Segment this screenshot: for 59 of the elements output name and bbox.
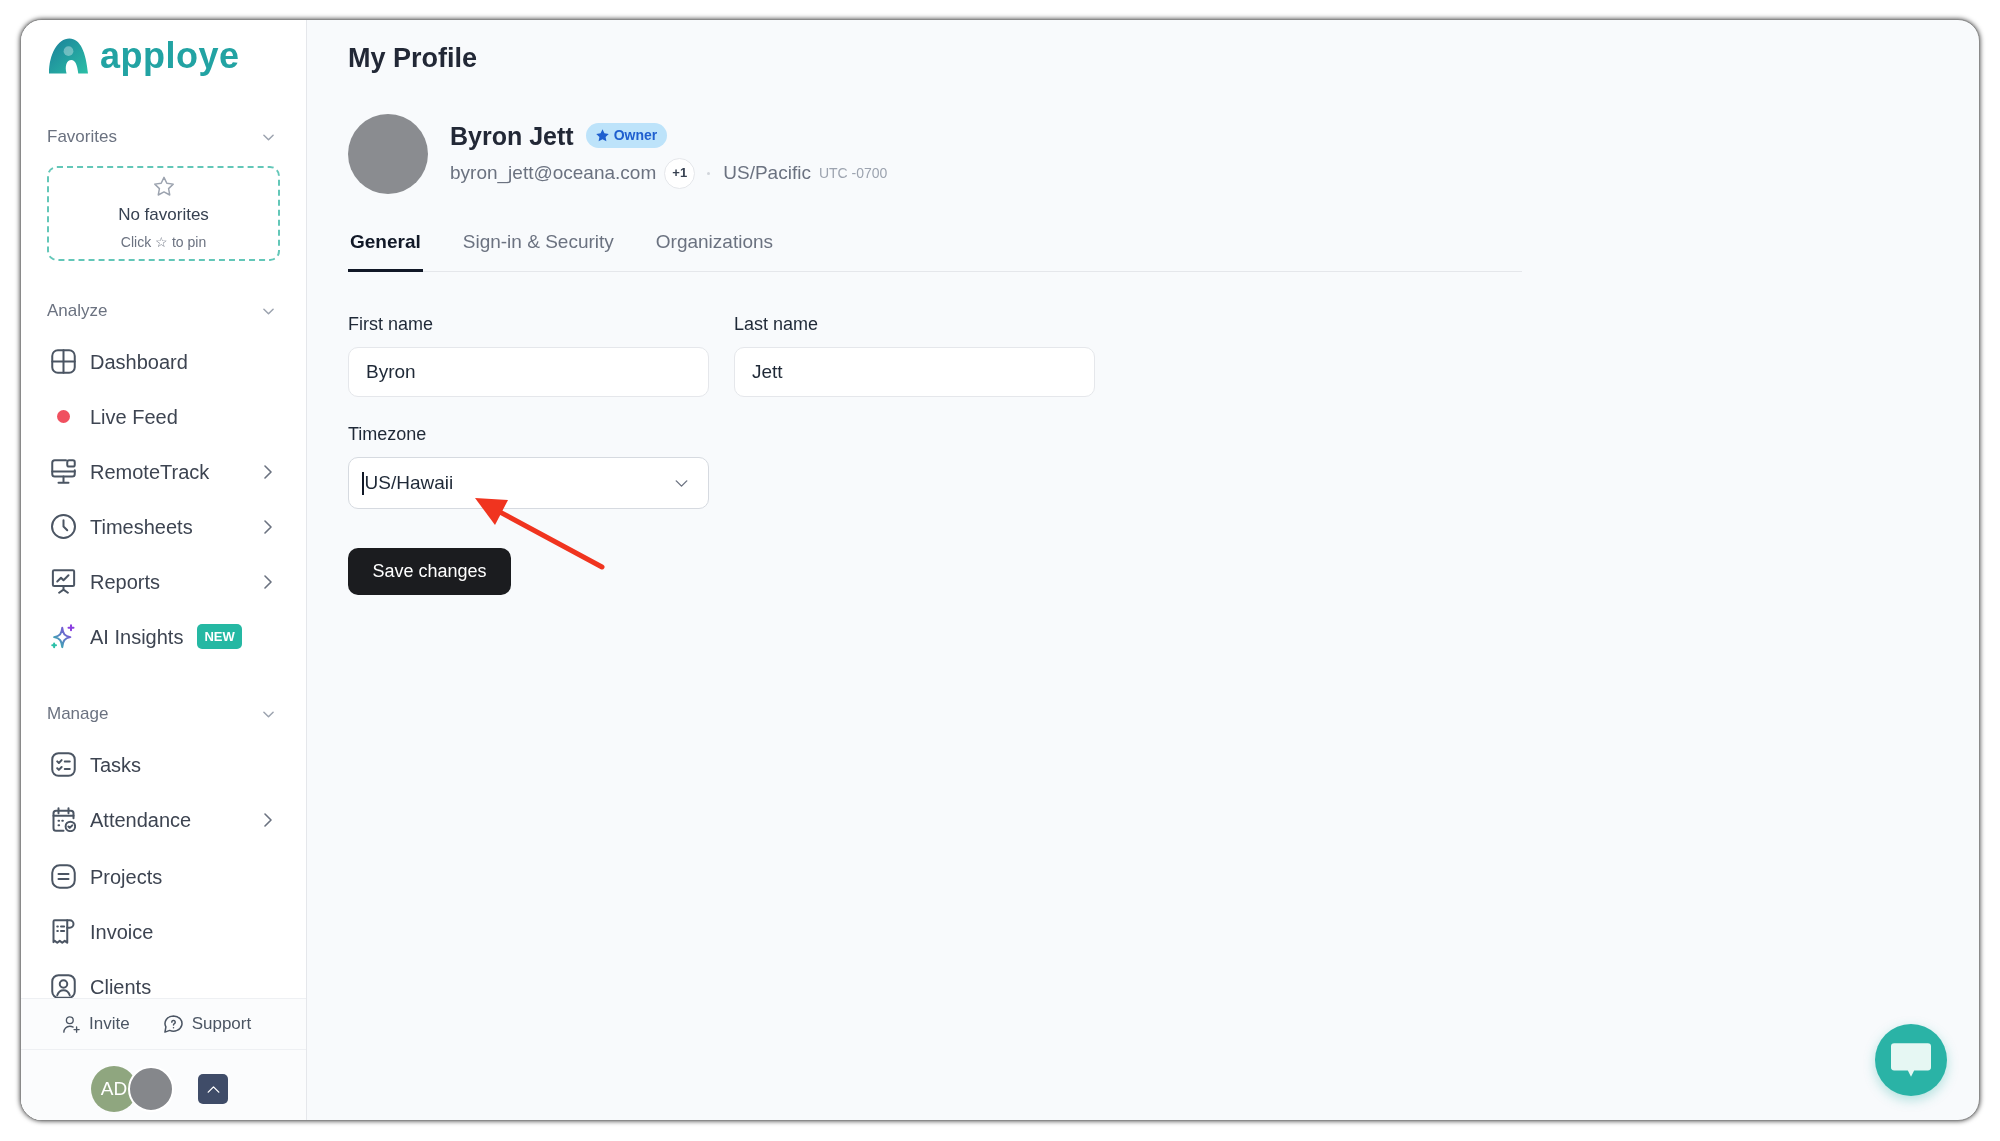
calendar-check-icon: [51, 807, 76, 832]
text-input[interactable]: Jett: [734, 347, 1095, 397]
grid-icon: [51, 349, 76, 374]
extra-emails-count[interactable]: +1: [664, 157, 696, 189]
person-plus-icon: [63, 1015, 80, 1033]
chevron-down-icon: [675, 479, 688, 487]
email-address: byron_jett@oceana.com: [450, 160, 657, 186]
footer-link[interactable]: Support: [163, 1011, 252, 1037]
dropdown-select[interactable]: US/Hawaii: [348, 457, 709, 509]
sidebar-item[interactable]: Timesheets: [47, 499, 280, 554]
logo-mark-icon: [49, 38, 88, 74]
section-header[interactable]: Manage: [47, 702, 280, 726]
sidebar-item[interactable]: Live Feed: [47, 389, 280, 444]
presentation-chart-icon: [51, 569, 76, 594]
utc-offset: UTC -0700: [818, 163, 888, 183]
sidebar-item[interactable]: Attendance: [47, 792, 280, 847]
monitor-icon: [51, 459, 76, 484]
sidebar-item[interactable]: Reports: [47, 554, 280, 609]
logo-text: apploye: [100, 38, 240, 74]
sidebar-item[interactable]: Invoice: [47, 904, 280, 959]
sparkle-icon: [51, 624, 76, 649]
field-label: First name: [348, 313, 435, 335]
chat-button[interactable]: [1875, 1024, 1947, 1096]
expand-button[interactable]: [198, 1074, 228, 1104]
sidebar-item[interactable]: Clients: [47, 959, 280, 998]
sidebar-item[interactable]: Projects: [47, 849, 280, 904]
sidebar-item[interactable]: RemoteTrack: [47, 444, 280, 499]
section-header[interactable]: Analyze: [47, 299, 280, 323]
live-dot-icon: [57, 410, 70, 423]
tab[interactable]: Sign-in & Security: [460, 222, 616, 272]
star-icon: [595, 129, 609, 142]
empty-state-hint: Click ☆ to pin: [120, 233, 207, 251]
sidebar-item[interactable]: AI Insights NEW: [47, 609, 280, 664]
checklist-icon: [51, 752, 76, 777]
save-button[interactable]: Save changes: [348, 548, 511, 595]
footer-link[interactable]: Invite: [63, 1011, 130, 1037]
timezone-text: US/Pacific: [723, 160, 811, 185]
section-header[interactable]: Favorites: [47, 125, 280, 149]
clock-icon: [51, 514, 76, 539]
tab[interactable]: General: [348, 222, 423, 272]
receipt-icon: [51, 919, 76, 944]
sidebar-item[interactable]: Tasks: [47, 737, 280, 792]
user-name: Byron Jett: [450, 120, 574, 152]
user-avatar-placeholder[interactable]: [128, 1066, 174, 1112]
field-label: Last name: [734, 313, 820, 335]
help-bubble-icon: [163, 1014, 183, 1034]
chat-bubble-icon: [1891, 1043, 1931, 1077]
list-square-icon: [51, 864, 76, 889]
role-label: Owner: [613, 126, 658, 145]
sidebar-item[interactable]: Dashboard: [47, 334, 280, 389]
separator-dot-icon: [707, 171, 711, 175]
star-icon: [152, 176, 175, 197]
new-badge: NEW: [197, 624, 242, 649]
page-title: My Profile: [348, 42, 479, 75]
caret-up-icon: [206, 1085, 220, 1093]
text-input[interactable]: Byron: [348, 347, 709, 397]
field-label: Timezone: [348, 423, 428, 445]
empty-state-title: No favorites: [118, 205, 209, 225]
tab[interactable]: Organizations: [653, 222, 775, 272]
